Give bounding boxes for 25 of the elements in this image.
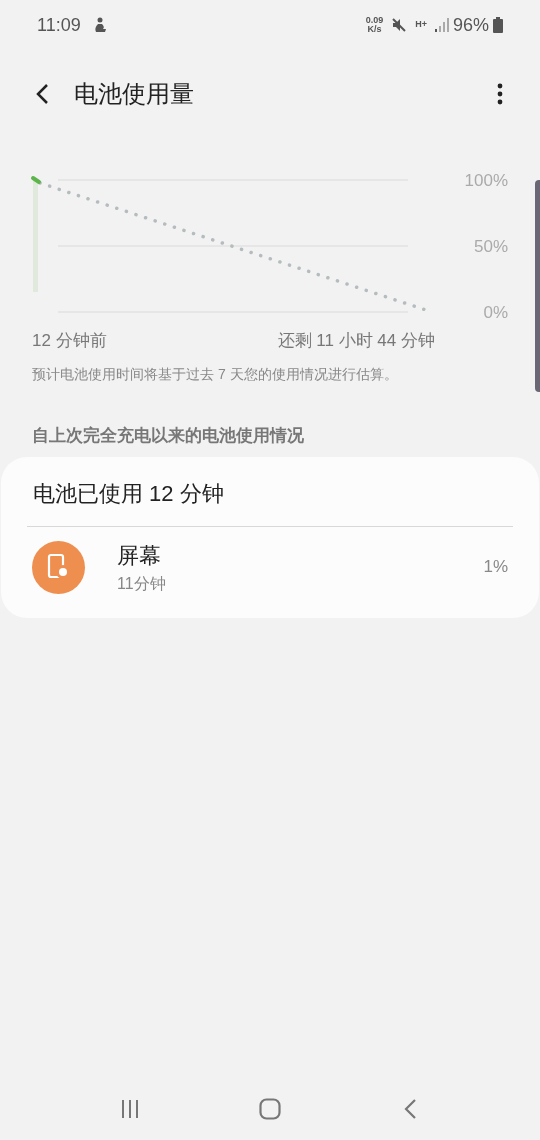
person-icon (92, 17, 107, 33)
app-name: 屏幕 (117, 541, 162, 570)
usage-time: 11分钟 (117, 573, 167, 594)
app-usage-row[interactable]: 屏幕 11分钟 1% (1, 526, 539, 608)
home-button[interactable] (258, 1097, 282, 1121)
mute-icon (391, 17, 408, 33)
more-icon (497, 83, 503, 105)
battery-icon (493, 17, 503, 33)
estimate-note: 预计电池使用时间将基于过去 7 天您的使用情况进行估算。 (31, 365, 399, 384)
axis-label: 0% (483, 303, 508, 322)
axis-label: 12 分钟前 (32, 331, 107, 350)
axis-label: 50% (473, 237, 508, 256)
card-title: 电池已使用 12 分钟 (32, 479, 225, 508)
status-time: 11:09 (37, 13, 81, 37)
battery-percent: 96% (452, 13, 489, 37)
page-title: 电池使用量 (74, 79, 194, 109)
axis-label: 还剩 11 小时 44 分钟 (277, 331, 435, 350)
signal-icon (434, 18, 449, 32)
axis-label: 100% (464, 171, 508, 190)
speed-unit: K/s (367, 25, 382, 34)
usage-percent: 1% (483, 556, 508, 579)
speed-value: 0.09 (365, 16, 384, 25)
section-title: 自上次完全充电以来的电池使用情况 (31, 425, 305, 447)
usage-line (31, 176, 41, 184)
network-type: H+ (415, 18, 427, 32)
